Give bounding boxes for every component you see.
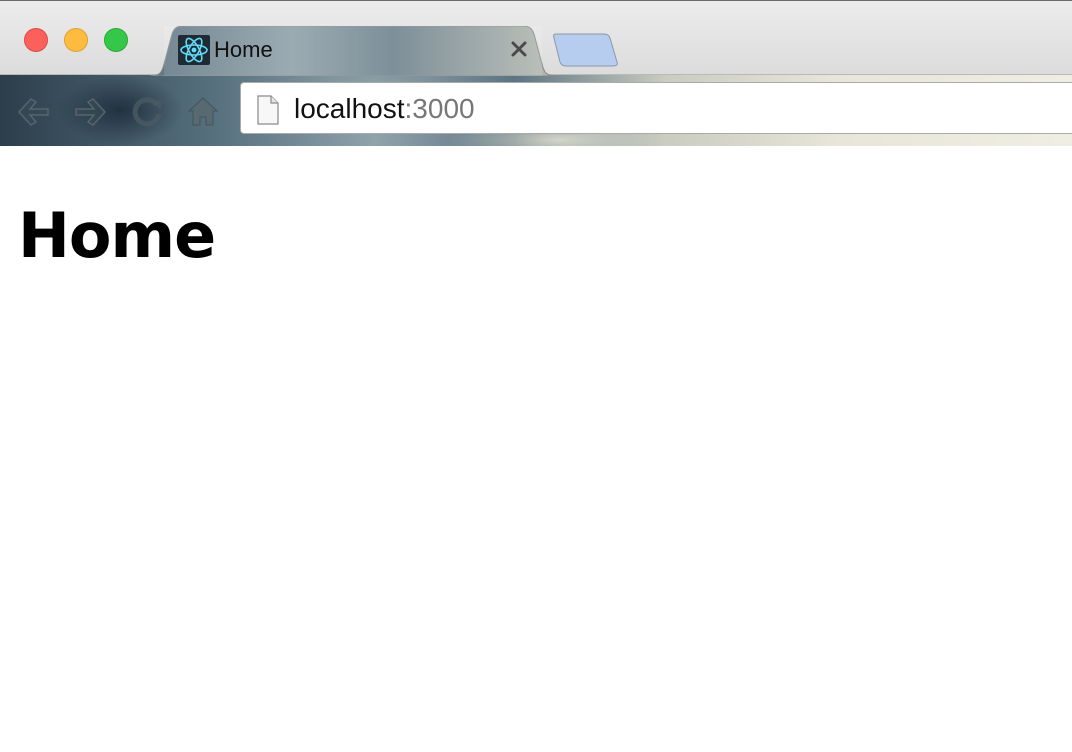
- address-bar[interactable]: localhost:3000: [240, 82, 1072, 134]
- home-icon: [187, 97, 219, 126]
- url-text: localhost:3000: [294, 93, 475, 125]
- url-host: localhost: [294, 93, 405, 124]
- reload-icon: [132, 97, 162, 127]
- browser-chrome: Home localhost:3000: [0, 0, 1072, 146]
- new-tab-icon: [553, 33, 618, 67]
- url-port: :3000: [404, 93, 475, 124]
- minimize-window-button[interactable]: [64, 28, 88, 52]
- page-title: Home: [18, 199, 216, 272]
- arrow-right-icon: [75, 98, 107, 126]
- browser-window: Home localhost:3000 Home: [0, 0, 1072, 752]
- forward-button[interactable]: [70, 92, 110, 132]
- reload-button[interactable]: [127, 92, 167, 132]
- react-icon: [178, 35, 210, 65]
- arrow-left-icon: [17, 98, 49, 126]
- tab-home[interactable]: Home: [150, 26, 556, 76]
- page-content: Home: [0, 146, 1072, 752]
- close-icon[interactable]: [508, 38, 530, 60]
- new-tab-button[interactable]: [552, 32, 620, 68]
- toolbar: localhost:3000: [0, 76, 1072, 146]
- close-window-button[interactable]: [24, 28, 48, 52]
- tab-shape: [150, 26, 556, 76]
- tab-title: Home: [214, 37, 273, 62]
- home-button[interactable]: [183, 92, 223, 132]
- page-icon: [257, 95, 279, 125]
- back-button[interactable]: [14, 92, 54, 132]
- zoom-window-button[interactable]: [104, 28, 128, 52]
